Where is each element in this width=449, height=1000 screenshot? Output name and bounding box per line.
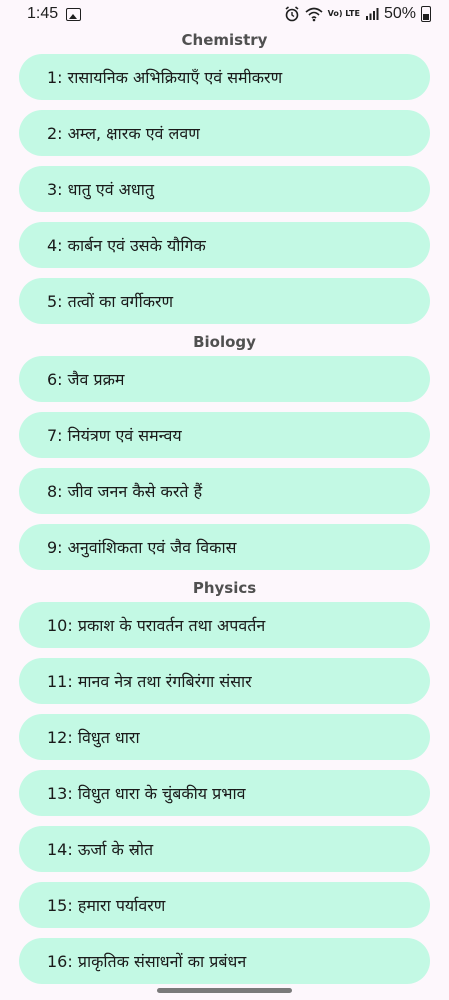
chapter-item[interactable]: 9: अनुवांशिकता एवं जैव विकास: [19, 524, 430, 570]
signal-icon: [365, 8, 379, 20]
battery-percent: 50%: [383, 5, 416, 22]
chapter-item[interactable]: 14: ऊर्जा के स्रोत: [19, 826, 430, 872]
chapter-item[interactable]: 1: रासायनिक अभिक्रियाएँ एवं समीकरण: [19, 54, 430, 100]
chapter-item[interactable]: 8: जीव जनन कैसे करते हैं: [19, 468, 430, 514]
section-title-chemistry: Chemistry: [181, 31, 268, 49]
chapter-item[interactable]: 2: अम्ल, क्षारक एवं लवण: [19, 110, 430, 156]
chapter-item[interactable]: 4: कार्बन एवं उसके यौगिक: [19, 222, 430, 268]
alarm-icon: [285, 6, 299, 22]
chapter-item[interactable]: 16: प्राकृतिक संसाधनों का प्रबंधन: [19, 938, 430, 984]
chapter-item[interactable]: 3: धातु एवं अधातु: [19, 166, 430, 212]
status-bar: 1:45 Vo) LTE 50%: [0, 0, 449, 28]
chapter-item[interactable]: 10: प्रकाश के परावर्तन तथा अपवर्तन: [19, 602, 430, 648]
volte-icon: Vo) LTE: [327, 9, 360, 18]
chapter-item[interactable]: 15: हमारा पर्यावरण: [19, 882, 430, 928]
chapter-item[interactable]: 7: नियंत्रण एवं समन्वय: [19, 412, 430, 458]
status-icons: Vo) LTE 50%: [284, 3, 431, 25]
section-title-physics: Physics: [192, 579, 257, 597]
section-title-biology: Biology: [193, 333, 256, 351]
chapter-item[interactable]: 13: विधुत धारा के चुंबकीय प्रभाव: [19, 770, 430, 816]
battery-icon: [421, 6, 431, 22]
wifi-icon: [305, 7, 323, 22]
chapter-item[interactable]: 11: मानव नेत्र तथा रंगबिरंगा संसार: [19, 658, 430, 704]
gesture-nav-bar[interactable]: [157, 988, 292, 993]
chapter-item[interactable]: 12: विधुत धारा: [19, 714, 430, 760]
chapter-item[interactable]: 5: तत्वों का वर्गीकरण: [19, 278, 430, 324]
gallery-notification-icon: [66, 8, 81, 21]
status-time: 1:45: [27, 5, 59, 22]
chapter-item[interactable]: 6: जैव प्रक्रम: [19, 356, 430, 402]
